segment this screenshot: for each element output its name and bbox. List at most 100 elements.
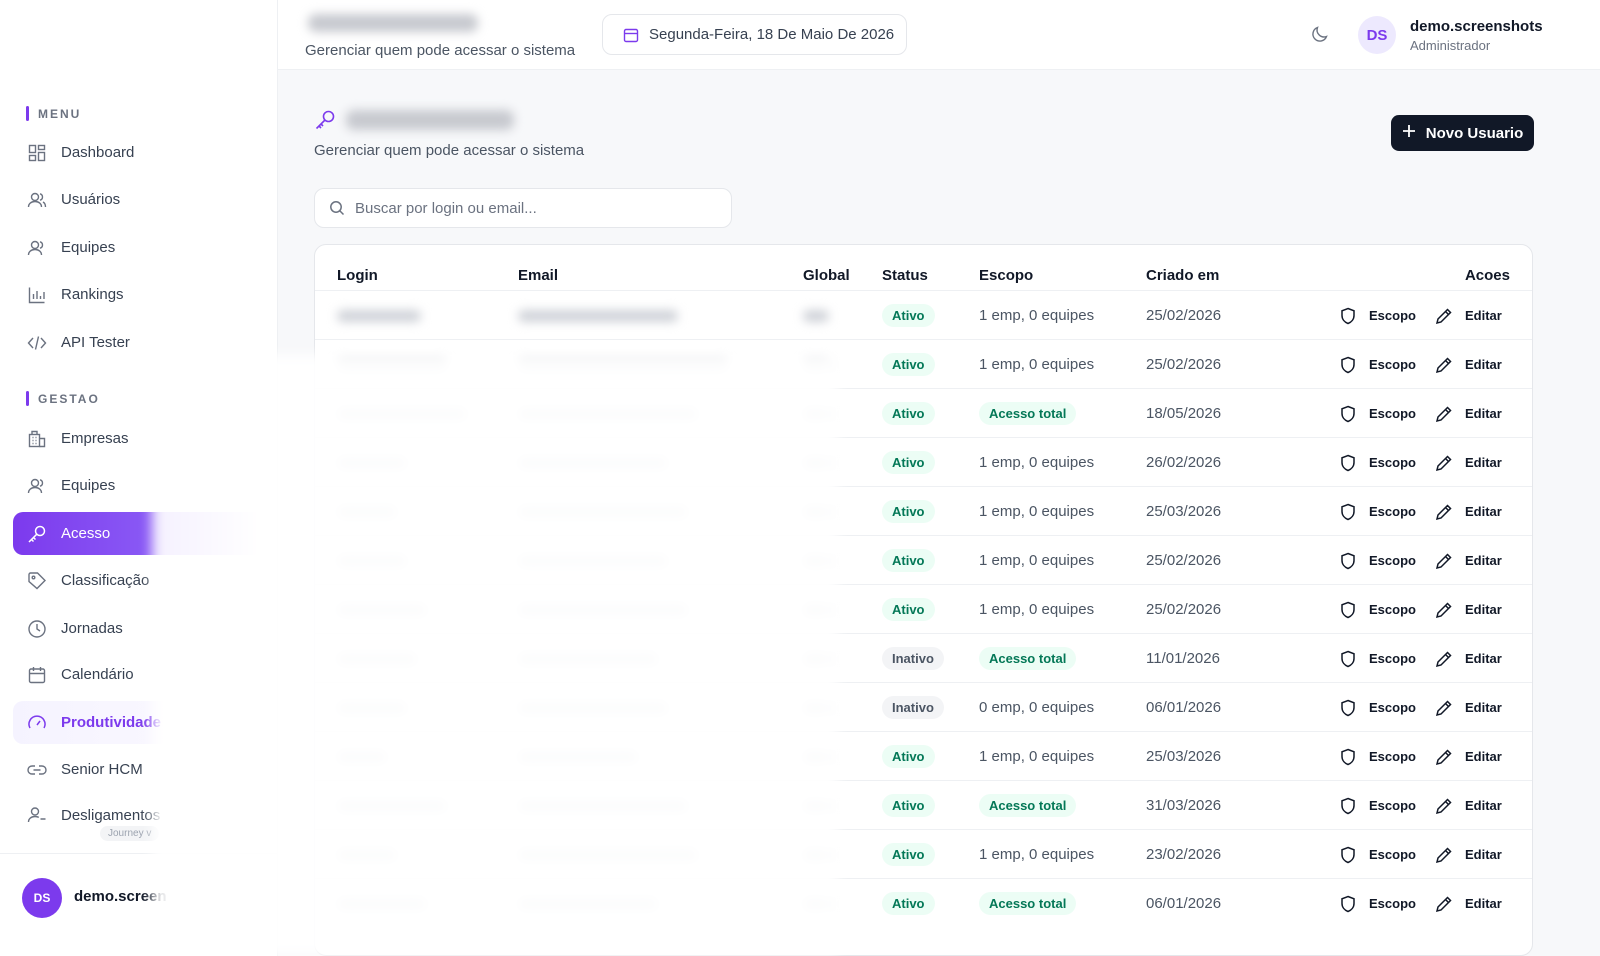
sidebar-item-label: Produtividade xyxy=(61,714,162,731)
shield-icon xyxy=(1339,307,1357,325)
edit-action-button[interactable]: Editar xyxy=(1435,699,1502,717)
pencil-icon xyxy=(1435,356,1453,374)
status-badge: Inativo xyxy=(882,696,944,719)
pencil-icon xyxy=(1435,552,1453,570)
pencil-icon xyxy=(1435,699,1453,717)
edit-action-button[interactable]: Editar xyxy=(1435,846,1502,864)
edit-action-button[interactable]: Editar xyxy=(1435,454,1502,472)
page-title-redacted xyxy=(346,110,514,130)
scope-action-button[interactable]: Escopo xyxy=(1339,454,1416,472)
column-header-email[interactable]: Email xyxy=(518,267,558,284)
scope-text: 1 emp, 0 equipes xyxy=(979,552,1095,569)
status-badge: Ativo xyxy=(882,304,935,327)
date-text: Segunda-Feira, 18 De Maio De 2026 xyxy=(649,26,895,43)
scope-text: 1 emp, 0 equipes xyxy=(979,748,1095,765)
edit-action-button[interactable]: Editar xyxy=(1435,601,1502,619)
scope-action-button[interactable]: Escopo xyxy=(1339,503,1416,521)
edit-action-label: Editar xyxy=(1465,798,1502,813)
column-header-acoes: Acoes xyxy=(1464,267,1510,284)
sidebar-item-rankings[interactable]: Rankings xyxy=(13,273,263,316)
calendar-icon xyxy=(623,27,639,43)
scope-action-button[interactable]: Escopo xyxy=(1339,699,1416,717)
key-icon xyxy=(314,109,336,131)
sidebar-item-label: Senior HCM xyxy=(61,761,143,778)
status-badge: Ativo xyxy=(882,549,935,572)
column-header-global[interactable]: Global xyxy=(803,267,850,284)
shield-icon xyxy=(1339,699,1357,717)
scope-action-button[interactable]: Escopo xyxy=(1339,748,1416,766)
edit-action-button[interactable]: Editar xyxy=(1435,650,1502,668)
edit-action-button[interactable]: Editar xyxy=(1435,748,1502,766)
sidebar-item-label: Calendário xyxy=(61,666,134,683)
scope-action-button[interactable]: Escopo xyxy=(1339,601,1416,619)
status-badge: Ativo xyxy=(882,794,935,817)
sidebar-item-label: Usuários xyxy=(61,191,121,208)
created-date: 06/01/2026 xyxy=(1146,699,1222,716)
scope-action-button[interactable]: Escopo xyxy=(1339,552,1416,570)
menu-section-label: MENU xyxy=(26,106,81,121)
sidebar-item-equipes[interactable]: Equipes xyxy=(13,226,263,269)
scope-action-button[interactable]: Escopo xyxy=(1339,405,1416,423)
edit-action-label: Editar xyxy=(1465,651,1502,666)
scope-action-label: Escopo xyxy=(1369,602,1416,617)
sidebar-item-dashboard[interactable]: Dashboard xyxy=(13,131,263,174)
scope-action-button[interactable]: Escopo xyxy=(1339,895,1416,913)
created-date: 06/01/2026 xyxy=(1146,895,1222,912)
shield-icon xyxy=(1339,356,1357,374)
avatar: DS xyxy=(22,878,62,918)
edit-action-button[interactable]: Editar xyxy=(1435,552,1502,570)
team-icon xyxy=(27,238,47,258)
edit-action-button[interactable]: Editar xyxy=(1435,895,1502,913)
status-badge: Inativo xyxy=(882,647,944,670)
sidebar-item-label: Desligamentos xyxy=(61,806,161,824)
pencil-icon xyxy=(1435,895,1453,913)
edit-action-button[interactable]: Editar xyxy=(1435,356,1502,374)
scope-action-label: Escopo xyxy=(1369,700,1416,715)
scope-action-label: Escopo xyxy=(1369,357,1416,372)
table-row: Ativo 1 emp, 0 equipes 25/02/2026 Escopo… xyxy=(315,290,1532,339)
column-header-escopo[interactable]: Escopo xyxy=(979,267,1033,284)
clock-icon xyxy=(27,619,47,639)
building-icon xyxy=(27,429,47,449)
sidebar-item-label: API Tester xyxy=(61,334,130,351)
scope-text: 1 emp, 0 equipes xyxy=(979,356,1095,373)
shield-icon xyxy=(1339,503,1357,521)
scope-action-button[interactable]: Escopo xyxy=(1339,846,1416,864)
edit-action-label: Editar xyxy=(1465,602,1502,617)
global-redacted xyxy=(803,309,829,322)
new-user-button[interactable]: Novo Usuario xyxy=(1391,115,1534,151)
scope-action-button[interactable]: Escopo xyxy=(1339,307,1416,325)
scope-action-button[interactable]: Escopo xyxy=(1339,650,1416,668)
edit-action-button[interactable]: Editar xyxy=(1435,503,1502,521)
edit-action-label: Editar xyxy=(1465,406,1502,421)
column-header-criado[interactable]: Criado em xyxy=(1146,267,1219,284)
pencil-icon xyxy=(1435,650,1453,668)
sidebar-item-label: Classificação xyxy=(61,572,150,589)
column-header-login[interactable]: Login xyxy=(337,267,378,284)
chart-icon xyxy=(27,285,47,305)
page-subtitle: Gerenciar quem pode acessar o sistema xyxy=(314,142,585,159)
created-date: 31/03/2026 xyxy=(1146,797,1222,814)
team-icon xyxy=(27,476,47,496)
shield-icon xyxy=(1339,454,1357,472)
scope-badge: Acesso total xyxy=(979,892,1077,915)
column-header-status[interactable]: Status xyxy=(882,267,928,284)
edit-action-button[interactable]: Editar xyxy=(1435,307,1502,325)
scope-action-button[interactable]: Escopo xyxy=(1339,797,1416,815)
scope-action-label: Escopo xyxy=(1369,308,1416,323)
edit-action-button[interactable]: Editar xyxy=(1435,405,1502,423)
user-minus-icon xyxy=(27,805,47,825)
edit-action-button[interactable]: Editar xyxy=(1435,797,1502,815)
search-box[interactable] xyxy=(314,188,732,228)
pencil-icon xyxy=(1435,454,1453,472)
scope-text: 1 emp, 0 equipes xyxy=(979,846,1095,863)
sidebar-item-usuarios[interactable]: Usuários xyxy=(13,178,263,221)
scope-text: 1 emp, 0 equipes xyxy=(979,307,1095,324)
moon-icon[interactable] xyxy=(1310,24,1330,44)
search-input[interactable] xyxy=(355,199,715,217)
sidebar-item-label: Rankings xyxy=(61,286,124,303)
scope-action-label: Escopo xyxy=(1369,749,1416,764)
scope-action-button[interactable]: Escopo xyxy=(1339,356,1416,374)
edit-action-label: Editar xyxy=(1465,455,1502,470)
avatar[interactable]: DS xyxy=(1358,16,1396,54)
